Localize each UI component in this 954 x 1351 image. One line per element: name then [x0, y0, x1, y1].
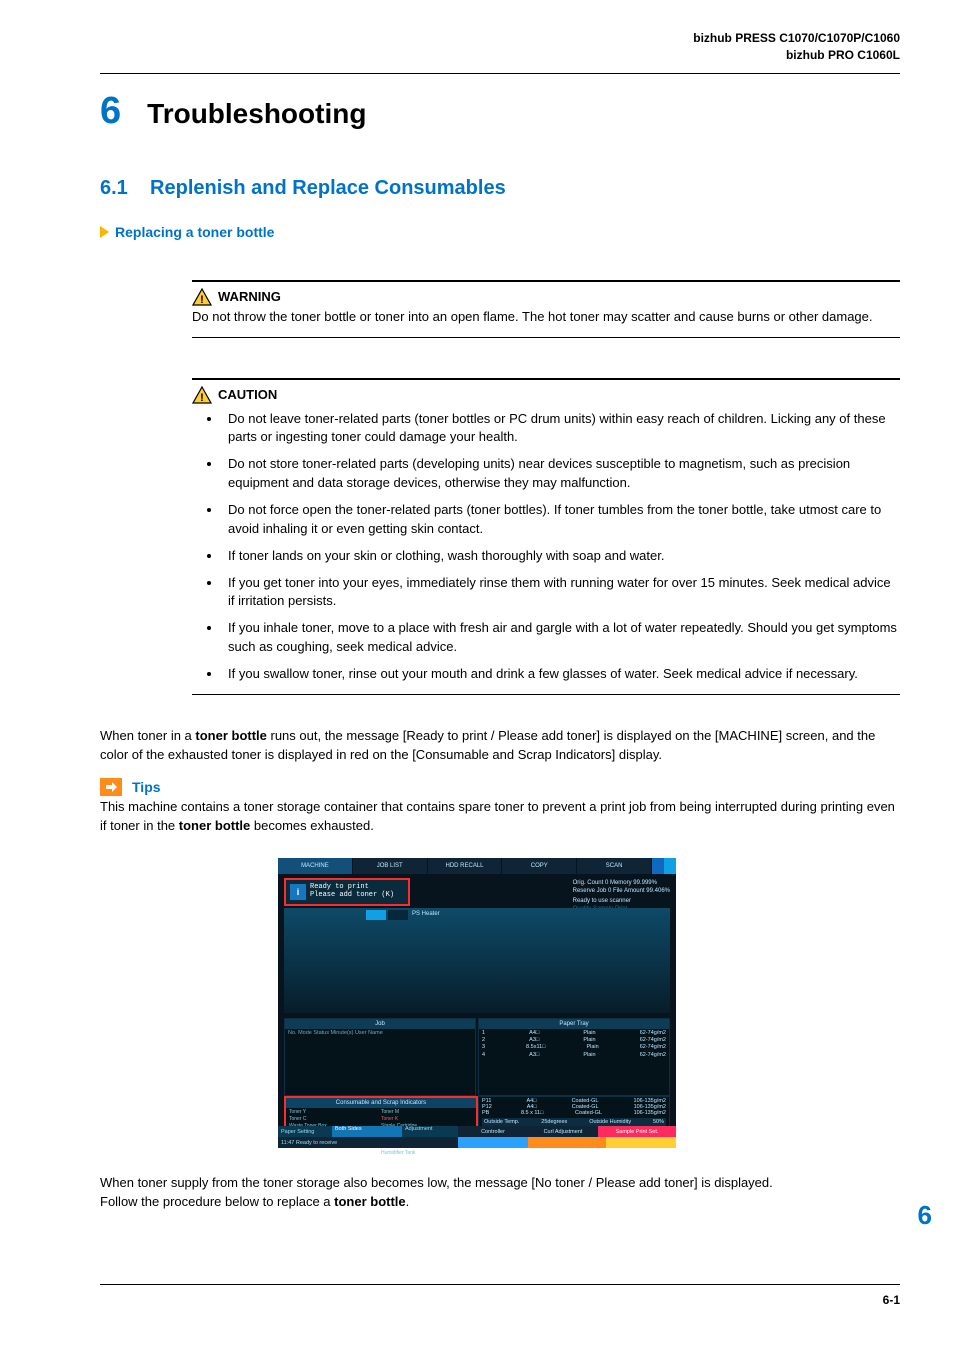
- extra-tray-row: PB8.5 x 11□Coated-GL106-135g/m2: [482, 1110, 666, 1116]
- paper-setting-btn[interactable]: Paper Setting: [278, 1126, 332, 1137]
- status-ready-receive: 11:47 Ready to receive: [278, 1137, 458, 1148]
- tab-scan[interactable]: SCAN: [577, 858, 652, 874]
- subsection-heading: Replacing a toner bottle: [100, 224, 900, 240]
- section-heading: 6.1 Replenish and Replace Consumables: [100, 177, 900, 200]
- consumable-item: Toner C: [289, 1116, 381, 1123]
- caution-item: If toner lands on your skin or clothing,…: [222, 547, 900, 566]
- footer-divider: [100, 1284, 900, 1285]
- screen-top-tabs: MACHINE JOB LIST HDD RECALL COPY SCAN: [278, 858, 676, 874]
- paper-row: 1A4□Plain62-74g/m2: [482, 1030, 666, 1037]
- warning-label: WARNING: [218, 289, 281, 304]
- arrow-right-icon: [100, 226, 109, 238]
- sample-print-btn[interactable]: Sample Print Set.: [598, 1126, 676, 1137]
- caution-bullets: Do not leave toner-related parts (toner …: [192, 410, 900, 684]
- controller-btn[interactable]: Controller: [458, 1126, 528, 1137]
- consumable-item: Toner M: [381, 1109, 473, 1116]
- chapter-heading: 6 Troubleshooting: [100, 90, 900, 133]
- ready-message-box: i Ready to print Please add toner (K): [284, 878, 410, 906]
- side-page-number: 6: [918, 1200, 932, 1231]
- bottom-chip-3[interactable]: [606, 1137, 676, 1148]
- header-line-1: bizhub PRESS C1070/C1070P/C1060: [100, 30, 900, 47]
- caution-item: If you inhale toner, move to a place wit…: [222, 619, 900, 657]
- caution-item: Do not store toner-related parts (develo…: [222, 455, 900, 493]
- consumable-item-empty: Toner K: [381, 1116, 473, 1123]
- jobs-columns: No. Mode Status Minute(s) User Name: [288, 1030, 472, 1037]
- section-number: 6.1: [100, 177, 128, 199]
- caution-item: Do not leave toner-related parts (toner …: [222, 410, 900, 448]
- ps-heater-off-btn[interactable]: [388, 910, 408, 920]
- ps-heater-label: PS Heater: [412, 911, 440, 917]
- footer-page-number: 6-1: [100, 1293, 900, 1307]
- curl-adjustment-btn[interactable]: Curl Adjustment: [528, 1126, 598, 1137]
- header-model-lines: bizhub PRESS C1070/C1070P/C1060 bizhub P…: [100, 30, 900, 65]
- paper-row: 4A3□Plain62-74g/m2: [482, 1052, 666, 1059]
- jobs-pane: Job No. Mode Status Minute(s) User Name: [284, 1018, 476, 1096]
- header-divider: [100, 73, 900, 74]
- paper-header: Paper Tray: [479, 1019, 669, 1029]
- chapter-title: Troubleshooting: [147, 98, 366, 130]
- section-title: Replenish and Replace Consumables: [150, 177, 506, 199]
- svg-text:!: !: [200, 392, 204, 404]
- paper-row: 2A3□Plain62-74g/m2: [482, 1037, 666, 1044]
- warning-text: Do not throw the toner bottle or toner i…: [192, 308, 900, 327]
- tab-machine[interactable]: MACHINE: [278, 858, 353, 874]
- caution-triangle-icon: !: [192, 386, 212, 404]
- machine-screen-screenshot: MACHINE JOB LIST HDD RECALL COPY SCAN i …: [278, 858, 676, 1148]
- para-after-line1: When toner supply from the toner storage…: [100, 1174, 900, 1193]
- tab-joblist[interactable]: JOB LIST: [353, 858, 428, 874]
- warning-triangle-icon: !: [192, 288, 212, 306]
- chapter-number: 6: [100, 90, 121, 133]
- caution-label: CAUTION: [218, 387, 277, 402]
- paragraph-before-tips: When toner in a toner bottle runs out, t…: [100, 727, 900, 765]
- paper-tray-pane: Paper Tray 1A4□Plain62-74g/m2 2A3□Plain6…: [478, 1018, 670, 1096]
- paper-row: 38.5x11□Plain62-74g/m2: [482, 1044, 666, 1051]
- svg-text:!: !: [200, 294, 204, 306]
- consumable-header: Consumable and Scrap Indicators: [286, 1098, 476, 1108]
- tab-copy[interactable]: COPY: [502, 858, 577, 874]
- consumable-item: Toner Y: [289, 1109, 381, 1116]
- adjustment-btn[interactable]: Adjustment: [402, 1126, 458, 1137]
- both-sides-btn[interactable]: Both Sides: [332, 1126, 402, 1137]
- tips-icon: [100, 778, 122, 796]
- warning-block: ! WARNING Do not throw the toner bottle …: [192, 280, 900, 338]
- ready-line-2: Please add toner (K): [310, 892, 394, 900]
- tips-heading: Tips: [100, 778, 900, 796]
- screen-bottom-bar: Paper Setting Both Sides Adjustment Cont…: [278, 1126, 676, 1148]
- info-icon: i: [290, 884, 306, 900]
- caution-item: Do not force open the toner-related part…: [222, 501, 900, 539]
- tips-text: This machine contains a toner storage co…: [100, 798, 900, 836]
- tips-label: Tips: [132, 779, 161, 795]
- tab-hddrecall[interactable]: HDD RECALL: [428, 858, 503, 874]
- bottom-chip-2[interactable]: [528, 1137, 606, 1148]
- jobs-header: Job: [285, 1019, 475, 1029]
- header-line-2: bizhub PRO C1060L: [100, 47, 900, 64]
- caution-block: ! CAUTION Do not leave toner-related par…: [192, 378, 900, 695]
- bottom-chip-1[interactable]: [458, 1137, 528, 1148]
- caution-item: If you get toner into your eyes, immedia…: [222, 574, 900, 612]
- subsection-title: Replacing a toner bottle: [115, 224, 274, 240]
- caution-item: If you swallow toner, rinse out your mou…: [222, 665, 900, 684]
- paragraph-after-shot: When toner supply from the toner storage…: [100, 1174, 900, 1212]
- home-icon[interactable]: [652, 858, 664, 874]
- machine-diagram-panel: PS Heater: [284, 908, 670, 1013]
- consumable-item: Humidifier Tank: [381, 1150, 473, 1157]
- ps-heater-on-btn[interactable]: [366, 910, 386, 920]
- help-icon[interactable]: [664, 858, 676, 874]
